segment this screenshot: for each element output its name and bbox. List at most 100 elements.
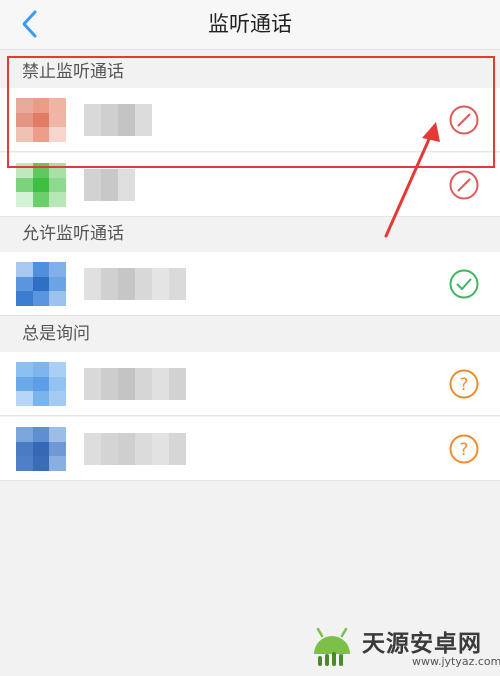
avatar-pixel <box>16 262 33 277</box>
avatar-pixel <box>49 456 66 471</box>
contact-row[interactable]: ? <box>0 352 500 416</box>
name-pixel <box>152 433 169 465</box>
contact-name-redacted <box>84 368 186 400</box>
avatar-pixel <box>32 291 50 306</box>
contact-row[interactable] <box>0 252 500 316</box>
avatar-pixel <box>32 127 50 142</box>
name-pixel <box>169 368 186 400</box>
name-pixel <box>118 368 135 400</box>
avatar-pixel <box>49 376 66 392</box>
avatar-pixel <box>16 276 33 292</box>
avatar-pixel <box>32 441 50 457</box>
avatar-pixel <box>16 127 33 142</box>
avatar-pixel <box>32 276 50 292</box>
contact-name-redacted <box>84 104 152 136</box>
avatar-pixel <box>49 427 66 442</box>
avatar-pixel <box>32 456 50 471</box>
avatar-pixel <box>49 262 66 277</box>
avatar-pixel <box>49 291 66 306</box>
svg-text:?: ? <box>459 375 468 395</box>
avatar-pixel <box>32 112 50 128</box>
section-header-allowed: 允许监听通话 <box>22 224 124 244</box>
no-entry-icon[interactable] <box>448 169 480 201</box>
app-header: 监听通话 <box>0 0 500 50</box>
name-pixel <box>84 433 101 465</box>
avatar-pixel <box>32 177 50 193</box>
contact-row[interactable] <box>0 153 500 217</box>
avatar-pixel <box>16 376 33 392</box>
avatar-pixel <box>32 427 50 442</box>
contact-name-redacted <box>84 433 186 465</box>
name-pixel <box>169 268 186 300</box>
avatar-pixel <box>32 163 50 178</box>
name-pixel <box>118 169 135 201</box>
avatar-pixel <box>32 192 50 207</box>
name-pixel <box>101 268 118 300</box>
watermark-url: www.jytyaz.com <box>412 655 500 668</box>
avatar-pixel <box>16 362 33 377</box>
name-pixel <box>152 368 169 400</box>
name-pixel <box>135 104 152 136</box>
avatar-pixel <box>49 391 66 406</box>
avatar-pixel <box>49 192 66 207</box>
section-header-blocked: 禁止监听通话 <box>22 62 124 82</box>
page-title: 监听通话 <box>208 12 292 36</box>
avatar-pixel <box>49 177 66 193</box>
name-pixel <box>118 104 135 136</box>
avatar <box>16 362 66 406</box>
avatar-pixel <box>49 112 66 128</box>
avatar-pixel <box>32 391 50 406</box>
avatar-pixel <box>49 276 66 292</box>
name-pixel <box>101 433 118 465</box>
check-circle-icon[interactable] <box>448 268 480 300</box>
avatar-pixel <box>16 291 33 306</box>
contact-row[interactable] <box>0 88 500 152</box>
name-pixel <box>101 104 118 136</box>
avatar-pixel <box>32 98 50 113</box>
section-header-ask: 总是询问 <box>22 324 90 344</box>
avatar-pixel <box>32 376 50 392</box>
watermark-text: 天源安卓网 <box>362 631 482 657</box>
avatar-pixel <box>49 163 66 178</box>
name-pixel <box>101 169 118 201</box>
contact-row[interactable]: ? <box>0 417 500 481</box>
avatar <box>16 163 66 207</box>
watermark: 天源安卓网 www.jytyaz.com <box>300 620 500 672</box>
name-pixel <box>169 433 186 465</box>
name-pixel <box>135 433 152 465</box>
avatar-pixel <box>32 362 50 377</box>
name-pixel <box>84 104 101 136</box>
name-pixel <box>101 368 118 400</box>
avatar-pixel <box>16 177 33 193</box>
avatar-pixel <box>16 192 33 207</box>
question-circle-icon[interactable]: ? <box>448 368 480 400</box>
avatar-pixel <box>16 98 33 113</box>
contact-name-redacted <box>84 268 186 300</box>
avatar-pixel <box>16 456 33 471</box>
avatar-pixel <box>49 441 66 457</box>
name-pixel <box>84 169 101 201</box>
avatar <box>16 98 66 142</box>
contact-name-redacted <box>84 169 135 201</box>
name-pixel <box>135 268 152 300</box>
name-pixel <box>118 433 135 465</box>
avatar-pixel <box>49 362 66 377</box>
avatar-pixel <box>16 441 33 457</box>
avatar <box>16 427 66 471</box>
avatar-pixel <box>16 112 33 128</box>
avatar-pixel <box>49 98 66 113</box>
avatar-pixel <box>16 427 33 442</box>
no-entry-icon[interactable] <box>448 104 480 136</box>
avatar-pixel <box>32 262 50 277</box>
name-pixel <box>118 268 135 300</box>
svg-text:?: ? <box>459 440 468 460</box>
name-pixel <box>84 368 101 400</box>
avatar <box>16 262 66 306</box>
avatar-pixel <box>16 391 33 406</box>
question-circle-icon[interactable]: ? <box>448 433 480 465</box>
name-pixel <box>135 368 152 400</box>
name-pixel <box>84 268 101 300</box>
avatar-pixel <box>16 163 33 178</box>
android-logo-icon <box>314 627 350 666</box>
avatar-pixel <box>49 127 66 142</box>
